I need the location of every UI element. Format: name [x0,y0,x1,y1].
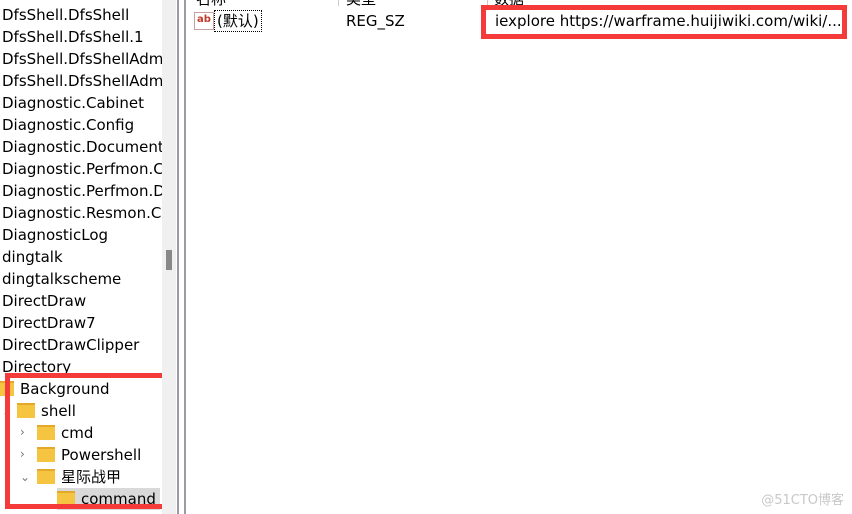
tree-item[interactable]: DirectDraw7 [2,312,96,334]
column-header-name[interactable]: 名称 [196,0,226,9]
value-type: REG_SZ [346,12,405,30]
highlight-box-tree [5,373,175,509]
tree-item[interactable]: DiagnosticLog [2,224,108,246]
string-value-icon: ab [194,12,214,30]
tree-item[interactable]: DirectDrawClipper [2,334,139,356]
tree-item[interactable]: Diagnostic.Config [2,114,134,136]
tree-item[interactable]: DfsShell.DfsShellAdmin [2,70,162,92]
tree-item[interactable]: dingtalkscheme [2,268,121,290]
tree-item[interactable]: Diagnostic.Resmon.Config [2,202,162,224]
tree-item[interactable]: Diagnostic.Perfmon.Config [2,158,162,180]
list-border [184,0,186,514]
highlight-box-data [481,5,847,39]
tree-item[interactable]: Diagnostic.Cabinet [2,92,144,114]
value-name[interactable]: (默认) [214,10,262,32]
pane-splitter[interactable] [177,0,179,514]
column-divider[interactable] [338,0,339,6]
watermark: @51CTO博客 [761,493,844,508]
tree-item[interactable]: DfsShell.DfsShellAdmin [2,48,162,70]
tree-item[interactable]: Diagnostic.Perfmon.Document [2,180,162,202]
tree-item[interactable]: Diagnostic.Document [2,136,162,158]
tree-scrollbar[interactable] [162,0,176,514]
tree-item[interactable]: dingtalk [2,246,63,268]
scrollbar-thumb[interactable] [166,250,172,270]
tree-item[interactable]: DirectDraw [2,290,86,312]
tree-item[interactable]: DfsShell.DfsShell [2,4,129,26]
tree-item[interactable]: DfsShell.DfsShell.1 [2,26,144,48]
column-header-type[interactable]: 类型 [346,0,376,9]
